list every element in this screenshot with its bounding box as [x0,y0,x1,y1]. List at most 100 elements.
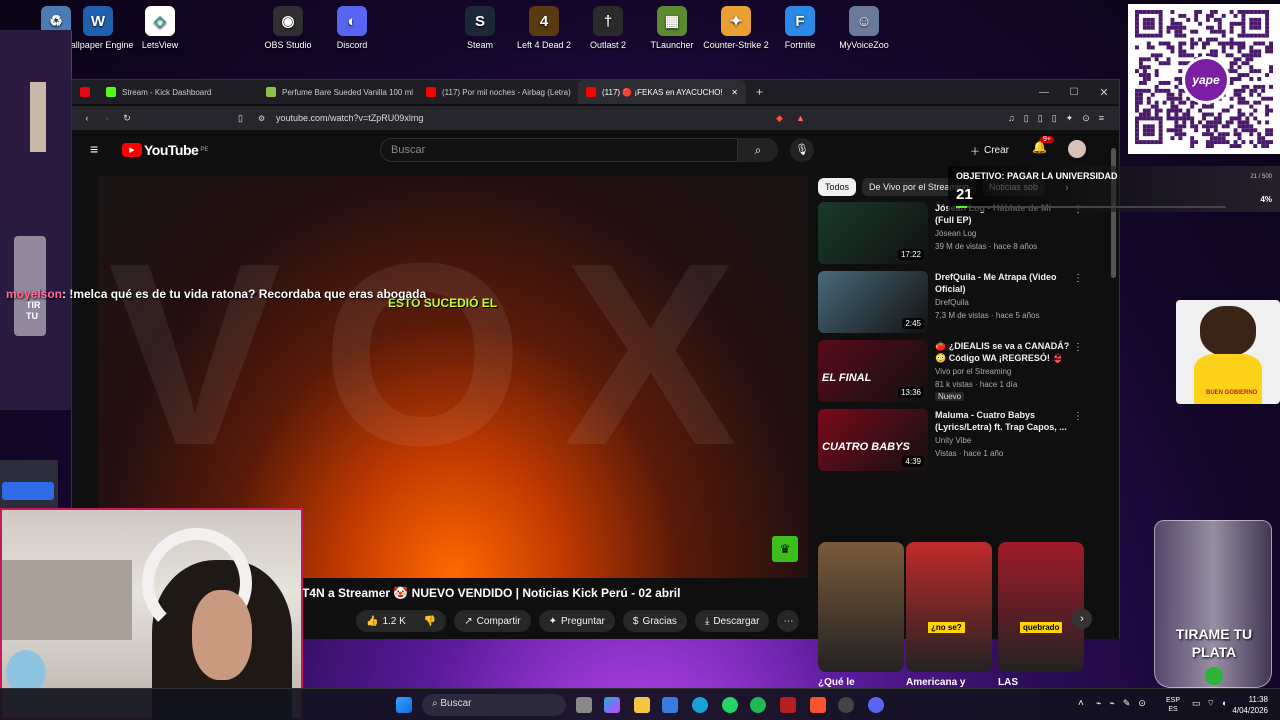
video-title[interactable]: DrefQuila - Me Atrapa (Video Oficial) [935,271,1070,295]
obs-taskbar-icon[interactable] [838,697,854,713]
browser-tab[interactable]: Stream - Kick Dashboard [98,80,258,104]
dislike-icon[interactable]: 👎 [424,616,436,627]
short-video[interactable]: ¿no se? [906,542,992,672]
tray-chevron-icon[interactable]: ˄ [1078,698,1084,709]
bookmark-icon[interactable]: ▯ [238,113,258,124]
download-label: Descargar [713,615,760,627]
recommended-video[interactable]: CUATRO BABYS 4:39 Maluma - Cuatro Babys (L… [818,409,1083,473]
desktop-icon[interactable]: 4 Left 4 Dead 2 [508,4,580,50]
tab-favicon-icon [266,87,276,97]
desktop-icon[interactable]: ▦ TLauncher [636,4,708,50]
clock[interactable]: 11:38 4/04/2026 [1228,694,1268,716]
tray-icons[interactable]: ⌁⌁✎⊙ [1096,698,1154,709]
more-options-icon[interactable]: ⋮ [1073,411,1083,422]
goal-widget: OBJETIVO: PAGAR LA UNIVERSIDAD 21 21 / 5… [948,166,1280,212]
channel-name[interactable]: Jósean Log [935,229,976,238]
spotify-icon[interactable] [750,697,766,713]
brave-icon[interactable] [810,697,826,713]
app-icon-red[interactable] [780,697,796,713]
url-field[interactable]: youtube.com/watch?v=tZpRU09xlmg [276,113,776,123]
recommended-video[interactable]: 2:45 DrefQuila - Me Atrapa (Video Oficial… [818,271,1083,335]
avatar[interactable] [1068,140,1086,158]
start-icon[interactable] [396,697,412,713]
shorts-next-button[interactable]: › [1072,609,1092,629]
desktop-app-icon: ☺ [849,6,879,36]
video-thumbnail[interactable]: CUATRO BABYS 4:39 [818,409,928,471]
desktop-icon[interactable]: ☺ MyVoiceZoo [828,4,900,50]
left-app-button[interactable] [2,482,54,500]
discord-taskbar-icon[interactable] [868,697,884,713]
video-thumbnail[interactable]: 2:45 [818,271,928,333]
more-options-icon[interactable]: ⋮ [1073,342,1083,353]
edge-icon[interactable] [692,697,708,713]
file-explorer-icon[interactable] [634,697,650,713]
recommended-video[interactable]: EL FINAL 13:36 🍅 ¿DIEALIS se va a CANADÁ? … [818,340,1083,404]
video-thumbnail[interactable]: 17:22 [818,202,928,264]
channel-name[interactable]: Vivo por el Streaming [935,367,1011,376]
browser-tab[interactable]: Perfume Bare Sueded Vanilla 100 ml [258,80,418,104]
like-button[interactable]: 👍 1.2 K 👎 [356,610,447,632]
whatsapp-icon[interactable] [722,697,738,713]
create-label: Crear [984,144,1010,156]
youtube-logo[interactable]: ▶ YouTube PE [122,142,208,158]
maximize-icon[interactable]: ☐ [1059,87,1089,98]
reload-icon[interactable]: ↻ [116,113,138,124]
channel-name[interactable]: Unity Vibe [935,436,971,445]
search-button[interactable]: ⌕ [738,138,778,162]
tray-lang[interactable]: ESP ES [1166,696,1180,714]
browser-tab[interactable] [72,80,98,104]
tab-close-icon[interactable]: ✕ [731,88,738,97]
video-title[interactable]: Maluma - Cuatro Babys (Lyrics/Letra) ft.… [935,409,1070,433]
desktop-icon[interactable]: ◐ Discord [316,4,388,50]
channel-name[interactable]: DrefQuila [935,298,969,307]
short-video[interactable] [818,542,904,672]
video-title[interactable]: 🍅 ¿DIEALIS se va a CANADÁ? 😳 Código WA ¡… [935,340,1070,364]
close-icon[interactable]: ✕ [1089,86,1119,99]
more-options-icon[interactable]: ⋮ [1073,273,1083,284]
address-bar: ‹ › ↻ ▯ ⚙ youtube.com/watch?v=tZpRU09xlm… [72,106,1119,130]
thanks-button[interactable]: $ Gracias [622,610,687,632]
desktop-icon[interactable]: S Steam [444,4,516,50]
search-input[interactable]: Buscar [380,138,738,162]
store-icon[interactable] [662,697,678,713]
browser-tab[interactable]: (117) 🔴 ¡FEKAS en AYACUCHO! ✕ [578,80,746,104]
taskbar-search[interactable]: ⌕ Buscar [422,694,566,716]
desktop-icon-label: OBS Studio [264,40,312,50]
copilot-icon[interactable] [604,697,620,713]
minimize-icon[interactable]: — [1029,87,1059,98]
create-button[interactable]: ＋ Crear [960,139,1019,161]
rewards-icon[interactable]: ▲ [796,113,816,123]
vox-watermark: VOX [108,210,778,500]
tab-favicon-icon [586,87,596,97]
network-volume-battery-icons[interactable]: ▭⌔◖ [1192,698,1232,709]
short-caption[interactable]: Americana y [906,677,992,688]
desktop-icon-label: Counter-Strike 2 [703,40,769,50]
shield-icon[interactable]: ◆ [776,113,796,124]
desktop-app-icon: ▦ [657,6,687,36]
desktop-icon[interactable]: ✦ Counter-Strike 2 [700,4,772,50]
back-icon[interactable]: ‹ [76,113,98,123]
browser-tab[interactable]: (117) Por mil noches - Airbag (Letra) [418,80,578,104]
desktop-icon[interactable]: ◇ LetsView [124,4,196,50]
new-tab-button[interactable]: + [756,85,763,99]
desktop-icon[interactable]: ◉ OBS Studio [252,4,324,50]
task-view-icon[interactable] [576,697,592,713]
share-button[interactable]: ↗ Compartir [454,610,531,632]
download-button[interactable]: ⤓ Descargar [694,610,770,632]
ask-button[interactable]: ✦ Preguntar [538,610,615,632]
filter-chip[interactable]: Todos [818,178,857,196]
desktop-icon[interactable]: † Outlast 2 [572,4,644,50]
short-caption[interactable]: LAS [998,677,1084,688]
tab-favicon-icon [106,87,116,97]
more-button[interactable]: ⋯ [777,610,800,632]
toolbar-icons[interactable]: ♫▯▯▯✦⊙≡ [1008,113,1113,124]
forward-icon[interactable]: › [98,113,116,123]
desktop-icon[interactable]: F Fortnite [764,4,836,50]
mic-icon[interactable]: 🎙 [790,138,814,162]
taskbar-search-label: Buscar [440,698,472,709]
menu-icon[interactable]: ≡ [90,141,98,157]
site-info-icon[interactable]: ⚙ [258,114,276,123]
video-thumbnail[interactable]: EL FINAL 13:36 [818,340,928,402]
short-video[interactable]: quebrado [998,542,1084,672]
short-caption[interactable]: ¿Qué le [818,677,904,688]
